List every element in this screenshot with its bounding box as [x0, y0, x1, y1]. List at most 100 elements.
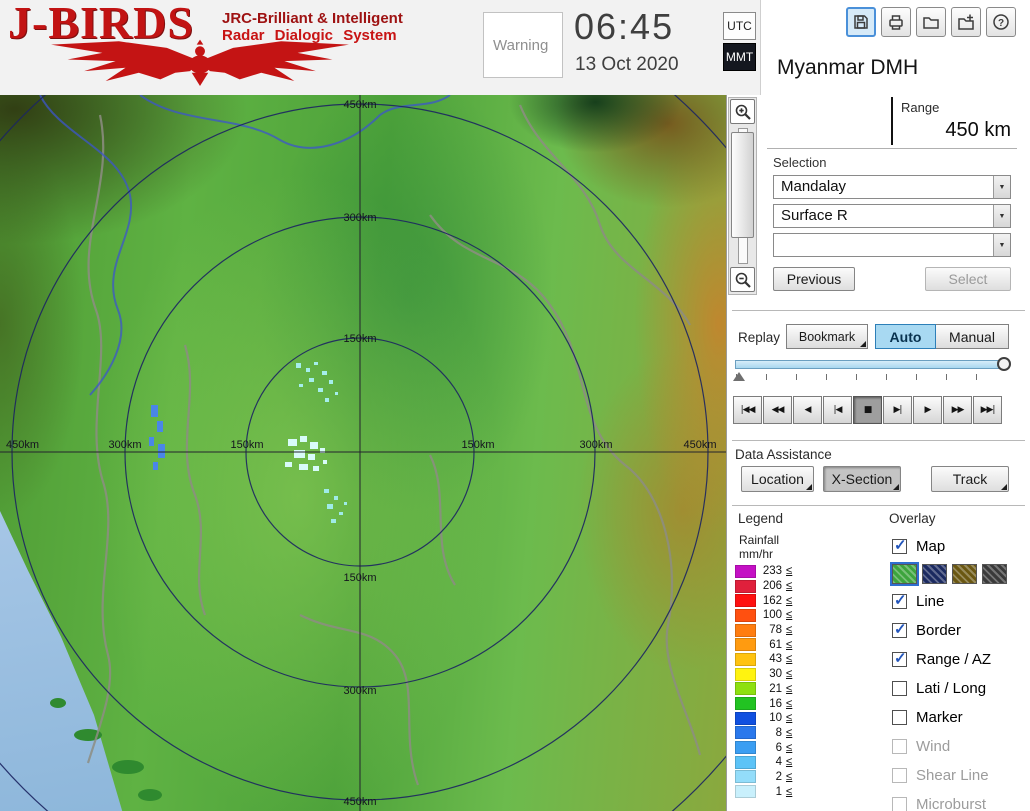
legend-value: 162	[762, 594, 782, 607]
divider	[732, 505, 1025, 506]
legend-entry: 61 ≤	[735, 637, 883, 652]
print-icon	[889, 15, 903, 30]
zoom-out-icon	[735, 272, 751, 288]
track-button[interactable]: Track	[931, 466, 1009, 492]
auto-mode-button[interactable]: Auto	[875, 324, 936, 349]
overlay-item-label: Line	[916, 593, 945, 610]
checkbox[interactable]	[892, 710, 907, 725]
chevron-down-icon[interactable]	[993, 176, 1010, 198]
legend-color-swatch	[735, 623, 756, 637]
legend-group: Legend Rainfall mm/hr 233 ≤206 ≤162 ≤100 ≤78…	[735, 511, 883, 799]
site-dropdown[interactable]: Mandalay	[773, 175, 1011, 199]
skip-to-start-button[interactable]: |◀◀	[733, 396, 762, 424]
station-title: Myanmar DMH	[777, 56, 919, 79]
save-icon	[854, 15, 868, 29]
step-forward-button[interactable]: ▶|	[883, 396, 912, 424]
overlay-item-label: Map	[916, 538, 946, 555]
legend-value: 100	[762, 609, 782, 622]
utc-button[interactable]: UTC	[723, 12, 756, 40]
overlay-item-label: Shear Line	[916, 767, 989, 784]
lte-symbol: ≤	[786, 741, 793, 754]
divider	[732, 440, 1025, 441]
fast-rewind-button[interactable]: ◀◀	[763, 396, 792, 424]
chevron-down-icon[interactable]	[993, 205, 1010, 227]
legend-entry: 2 ≤	[735, 770, 883, 785]
overlay-item-map[interactable]: Map	[887, 532, 1030, 561]
legend-value: 30	[769, 668, 782, 681]
zoom-in-button[interactable]	[730, 99, 755, 124]
stop-button[interactable]: ■	[853, 396, 882, 424]
location-button[interactable]: Location	[741, 466, 814, 492]
legend-entry: 100 ≤	[735, 608, 883, 623]
crosshair-lines	[0, 95, 726, 811]
legend-color-swatch	[735, 785, 756, 799]
manual-mode-button[interactable]: Manual	[936, 324, 1009, 349]
radar-map[interactable]: 450km 300km 150km 450km 300km 150km 150k…	[0, 95, 726, 811]
lte-symbol: ≤	[786, 668, 793, 681]
product-dropdown[interactable]: Surface R	[773, 204, 1011, 228]
checkbox[interactable]	[892, 536, 907, 554]
legend-color-swatch	[735, 652, 756, 666]
zoom-slider-thumb[interactable]	[731, 132, 754, 238]
save-button[interactable]	[846, 7, 876, 37]
checkbox	[892, 797, 907, 811]
site-dropdown-value: Mandalay	[781, 178, 847, 195]
map-style-dark[interactable]	[982, 564, 1007, 584]
zoom-widget	[728, 97, 757, 295]
overlay-item-border[interactable]: Border	[887, 616, 1030, 645]
selection-group: Selection Mandalay Surface R Previous Se…	[773, 155, 1011, 291]
map-style-green[interactable]	[890, 562, 919, 586]
fast-forward-button[interactable]: ▶▶	[943, 396, 972, 424]
extra-dropdown[interactable]	[773, 233, 1011, 257]
open-folder-button[interactable]	[916, 7, 946, 37]
overlay-item-lati-long[interactable]: Lati / Long	[887, 674, 1030, 703]
help-button[interactable]: ?	[986, 7, 1016, 37]
skip-to-end-button[interactable]: ▶▶|	[973, 396, 1002, 424]
folder-icon	[923, 17, 939, 29]
svg-text:150km: 150km	[230, 439, 263, 451]
range-value: 450 km	[945, 119, 1011, 141]
checkbox[interactable]	[892, 649, 907, 667]
map-style-olive[interactable]	[952, 564, 977, 584]
lte-symbol: ≤	[786, 770, 793, 783]
lte-symbol: ≤	[786, 594, 793, 607]
select-button[interactable]: Select	[925, 267, 1011, 291]
right-panel: Range 450 km Selection Mandalay Surface …	[726, 95, 1030, 811]
chevron-down-icon[interactable]	[993, 234, 1010, 256]
zoom-out-button[interactable]	[730, 267, 755, 292]
previous-button[interactable]: Previous	[773, 267, 855, 291]
replay-timeline-slider[interactable]	[735, 357, 1011, 371]
lte-symbol: ≤	[786, 756, 793, 769]
overlay-group: Overlay Map Line Border Range / AZ Lati / Lo…	[887, 511, 1030, 811]
map-style-navy[interactable]	[922, 564, 947, 584]
legend-value: 61	[769, 638, 782, 651]
checkbox[interactable]	[892, 591, 907, 609]
legend-unit-line2: mm/hr	[739, 547, 773, 561]
legend-entry: 10 ≤	[735, 711, 883, 726]
legend-color-swatch	[735, 741, 756, 755]
x-section-button[interactable]: X-Section	[823, 466, 901, 492]
replay-timeline-thumb[interactable]	[997, 357, 1011, 371]
timeline-ticks	[736, 374, 1006, 380]
overlay-item-marker[interactable]: Marker	[887, 703, 1030, 732]
legend-value: 4	[775, 756, 782, 769]
step-back-button[interactable]: |◀	[823, 396, 852, 424]
print-button[interactable]	[881, 7, 911, 37]
play-reverse-button[interactable]: ◀	[793, 396, 822, 424]
play-button[interactable]: ▶	[913, 396, 942, 424]
import-button[interactable]	[951, 7, 981, 37]
legend-color-swatch	[735, 564, 756, 578]
warning-indicator[interactable]: Warning	[483, 12, 563, 78]
lte-symbol: ≤	[786, 565, 793, 578]
range-rings	[0, 95, 726, 811]
lte-symbol: ≤	[786, 580, 793, 593]
checkbox[interactable]	[892, 620, 907, 638]
legend-value: 8	[775, 726, 782, 739]
legend-entry: 162 ≤	[735, 593, 883, 608]
checkbox[interactable]	[892, 681, 907, 696]
overlay-item-range-az[interactable]: Range / AZ	[887, 645, 1030, 674]
mmt-button[interactable]: MMT	[723, 43, 756, 71]
lte-symbol: ≤	[786, 638, 793, 651]
bookmark-button[interactable]: Bookmark	[786, 324, 868, 349]
overlay-item-line[interactable]: Line	[887, 587, 1030, 616]
